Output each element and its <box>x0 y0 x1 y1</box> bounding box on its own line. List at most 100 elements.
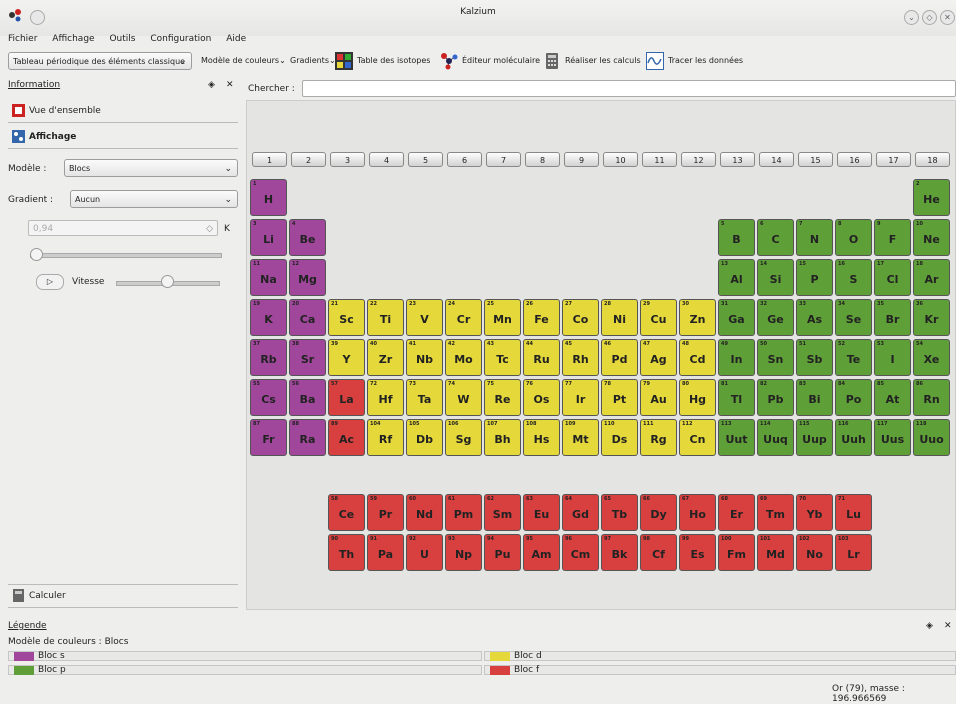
element-fm[interactable]: 100 Fm <box>718 534 755 571</box>
element-bh[interactable]: 107 Bh <box>484 419 521 456</box>
element-er[interactable]: 68 Er <box>718 494 755 531</box>
element-uut[interactable]: 113 Uut <box>718 419 755 456</box>
element-xe[interactable]: 54 Xe <box>913 339 950 376</box>
tab-overview[interactable]: Vue d'ensemble <box>8 100 238 123</box>
element-ir[interactable]: 77 Ir <box>562 379 599 416</box>
element-no[interactable]: 102 No <box>796 534 833 571</box>
element-sb[interactable]: 51 Sb <box>796 339 833 376</box>
element-ba[interactable]: 56 Ba <box>289 379 326 416</box>
element-gd[interactable]: 64 Gd <box>562 494 599 531</box>
element-mn[interactable]: 25 Mn <box>484 299 521 336</box>
element-lu[interactable]: 71 Lu <box>835 494 872 531</box>
group-header-11[interactable]: 11 <box>642 152 677 167</box>
molecular-editor-button[interactable]: Éditeur moléculaire <box>440 50 540 72</box>
close-button[interactable]: ✕ <box>940 10 955 25</box>
menu-affichage[interactable]: Affichage <box>52 34 94 44</box>
element-pt[interactable]: 78 Pt <box>601 379 638 416</box>
element-re[interactable]: 75 Re <box>484 379 521 416</box>
element-u[interactable]: 92 U <box>406 534 443 571</box>
element-c[interactable]: 6C <box>757 219 794 256</box>
element-tm[interactable]: 69 Tm <box>757 494 794 531</box>
close-legend-icon[interactable]: ✕ <box>944 621 952 631</box>
element-cf[interactable]: 98 Cf <box>640 534 677 571</box>
element-as[interactable]: 33 As <box>796 299 833 336</box>
element-in[interactable]: 49 In <box>718 339 755 376</box>
element-tc[interactable]: 43 Tc <box>484 339 521 376</box>
float-panel-icon[interactable]: ◈ <box>208 80 215 90</box>
element-rn[interactable]: 86 Rn <box>913 379 950 416</box>
gradient-select[interactable]: Aucun ⌄ <box>70 190 238 208</box>
element-co[interactable]: 27 Co <box>562 299 599 336</box>
element-dy[interactable]: 66 Dy <box>640 494 677 531</box>
element-po[interactable]: 84 Po <box>835 379 872 416</box>
slider-handle[interactable] <box>30 248 43 261</box>
group-header-13[interactable]: 13 <box>720 152 755 167</box>
element-ac[interactable]: 89 Ac <box>328 419 365 456</box>
element-pd[interactable]: 46 Pd <box>601 339 638 376</box>
element-sc[interactable]: 21 Sc <box>328 299 365 336</box>
element-al[interactable]: 13 Al <box>718 259 755 296</box>
group-header-12[interactable]: 12 <box>681 152 716 167</box>
element-pr[interactable]: 59 Pr <box>367 494 404 531</box>
group-header-17[interactable]: 17 <box>876 152 911 167</box>
group-header-7[interactable]: 7 <box>486 152 521 167</box>
element-sr[interactable]: 38 Sr <box>289 339 326 376</box>
group-header-10[interactable]: 10 <box>603 152 638 167</box>
isotope-table-button[interactable]: Table des isotopes <box>335 50 430 72</box>
element-na[interactable]: 11 Na <box>250 259 287 296</box>
element-sg[interactable]: 106 Sg <box>445 419 482 456</box>
element-cu[interactable]: 29 Cu <box>640 299 677 336</box>
element-f[interactable]: 9F <box>874 219 911 256</box>
group-header-6[interactable]: 6 <box>447 152 482 167</box>
element-zn[interactable]: 30 Zn <box>679 299 716 336</box>
element-sm[interactable]: 62 Sm <box>484 494 521 531</box>
element-rh[interactable]: 45 Rh <box>562 339 599 376</box>
element-au[interactable]: 79 Au <box>640 379 677 416</box>
element-ho[interactable]: 67 Ho <box>679 494 716 531</box>
element-ru[interactable]: 44 Ru <box>523 339 560 376</box>
element-uup[interactable]: 115 Uup <box>796 419 833 456</box>
element-he[interactable]: 2 He <box>913 179 950 216</box>
element-uuq[interactable]: 114 Uuq <box>757 419 794 456</box>
element-s[interactable]: 16 S <box>835 259 872 296</box>
element-uus[interactable]: 117 Uus <box>874 419 911 456</box>
element-cm[interactable]: 96 Cm <box>562 534 599 571</box>
element-h[interactable]: 1H <box>250 179 287 216</box>
group-header-1[interactable]: 1 <box>252 152 287 167</box>
element-cn[interactable]: 112 Cn <box>679 419 716 456</box>
element-ds[interactable]: 110 Ds <box>601 419 638 456</box>
calculations-button[interactable]: Réaliser les calculs <box>543 50 641 72</box>
element-nb[interactable]: 41 Nb <box>406 339 443 376</box>
element-ge[interactable]: 32 Ge <box>757 299 794 336</box>
element-pb[interactable]: 82 Pb <box>757 379 794 416</box>
maximize-button[interactable]: ◇ <box>922 10 937 25</box>
element-os[interactable]: 76 Os <box>523 379 560 416</box>
element-ti[interactable]: 22 Ti <box>367 299 404 336</box>
element-fe[interactable]: 26 Fe <box>523 299 560 336</box>
element-w[interactable]: 74 W <box>445 379 482 416</box>
element-uuh[interactable]: 116 Uuh <box>835 419 872 456</box>
group-header-15[interactable]: 15 <box>798 152 833 167</box>
group-header-14[interactable]: 14 <box>759 152 794 167</box>
element-rf[interactable]: 104 Rf <box>367 419 404 456</box>
element-at[interactable]: 85 At <box>874 379 911 416</box>
element-p[interactable]: 15 P <box>796 259 833 296</box>
menu-outils[interactable]: Outils <box>109 34 135 44</box>
element-bi[interactable]: 83 Bi <box>796 379 833 416</box>
element-zr[interactable]: 40 Zr <box>367 339 404 376</box>
element-lr[interactable]: 103 Lr <box>835 534 872 571</box>
element-be[interactable]: 4 Be <box>289 219 326 256</box>
element-hg[interactable]: 80 Hg <box>679 379 716 416</box>
element-y[interactable]: 39 Y <box>328 339 365 376</box>
menu-configuration[interactable]: Configuration <box>150 34 211 44</box>
group-header-5[interactable]: 5 <box>408 152 443 167</box>
element-li[interactable]: 3 Li <box>250 219 287 256</box>
element-ni[interactable]: 28 Ni <box>601 299 638 336</box>
element-fr[interactable]: 87 Fr <box>250 419 287 456</box>
element-tl[interactable]: 81 Tl <box>718 379 755 416</box>
element-mg[interactable]: 12 Mg <box>289 259 326 296</box>
group-header-8[interactable]: 8 <box>525 152 560 167</box>
element-ta[interactable]: 73 Ta <box>406 379 443 416</box>
element-np[interactable]: 93 Np <box>445 534 482 571</box>
element-b[interactable]: 5B <box>718 219 755 256</box>
